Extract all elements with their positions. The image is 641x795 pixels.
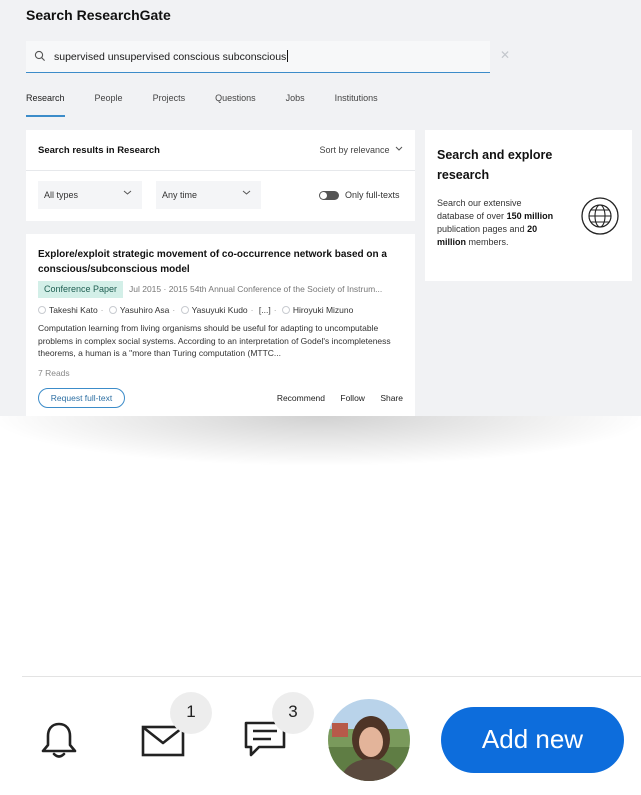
chevron-down-icon	[242, 190, 251, 195]
profile-photo	[328, 699, 410, 781]
tab-jobs[interactable]: Jobs	[286, 93, 305, 117]
more-authors[interactable]: [...]	[259, 305, 271, 315]
result-meta[interactable]: Jul 2015 · 2015 54th Annual Conference o…	[129, 284, 406, 294]
messages-count-badge: 1	[170, 692, 212, 734]
follow-button[interactable]: Follow	[340, 393, 365, 403]
recommend-button[interactable]: Recommend	[277, 393, 325, 403]
toggle-knob	[320, 192, 327, 199]
promo-card: Search and explore research Search our e…	[425, 130, 632, 281]
author-name[interactable]: Yasuyuki Kudo	[192, 305, 248, 315]
sort-dropdown[interactable]: Sort by relevance	[319, 145, 403, 155]
tab-institutions[interactable]: Institutions	[335, 93, 378, 117]
result-actions: Recommend Follow Share	[264, 393, 403, 403]
page-title: Search ResearchGate	[26, 7, 171, 23]
tab-questions[interactable]: Questions	[215, 93, 256, 117]
tab-research[interactable]: Research	[26, 93, 65, 117]
avatar-placeholder-icon	[281, 306, 290, 314]
chevron-down-icon	[395, 146, 403, 151]
avatar-placeholder-icon	[180, 306, 189, 314]
sort-label: Sort by relevance	[319, 145, 390, 155]
author-name[interactable]: Takeshi Kato	[49, 305, 98, 315]
request-fulltext-button[interactable]: Request full-text	[38, 388, 125, 408]
time-select[interactable]: Any time	[156, 181, 261, 209]
reads-count: 7 Reads	[38, 368, 70, 378]
avatar[interactable]	[328, 699, 410, 781]
chevron-down-icon	[123, 190, 132, 195]
avatar-placeholder-icon	[108, 306, 117, 314]
type-badge: Conference Paper	[38, 281, 124, 298]
tab-people[interactable]: People	[95, 93, 123, 117]
results-heading: Search results in Research	[38, 145, 160, 156]
search-panel: Search ResearchGate supervised unsupervi…	[0, 0, 641, 416]
fulltext-label: Only full-texts	[345, 190, 400, 200]
search-query[interactable]: supervised unsupervised conscious subcon…	[54, 50, 288, 63]
bottom-nav: 1 3 Add new	[0, 677, 641, 795]
search-input[interactable]: supervised unsupervised conscious subcon…	[26, 41, 510, 73]
search-tabs: Research People Projects Questions Jobs …	[26, 93, 408, 117]
avatar-placeholder-icon	[38, 306, 46, 314]
globe-icon	[581, 197, 619, 235]
result-abstract: Computation learning from living organis…	[38, 323, 391, 358]
type-select-value: All types	[44, 190, 79, 200]
promo-highlight: 150 million	[506, 211, 554, 221]
promo-text-part: members.	[468, 237, 509, 247]
share-button[interactable]: Share	[380, 393, 403, 403]
search-icon	[34, 50, 45, 61]
result-card: Explore/exploit strategic movement of co…	[26, 234, 415, 416]
close-icon[interactable]: ✕	[500, 48, 510, 62]
promo-title: Search and explore research	[437, 148, 553, 182]
promo-text-part: publication pages and	[437, 224, 525, 234]
author-name[interactable]: Yasuhiro Asa	[120, 305, 169, 315]
add-new-button[interactable]: Add new	[441, 707, 624, 773]
filters-card: Search results in Research Sort by relev…	[26, 130, 415, 221]
drop-shadow	[0, 416, 641, 496]
bell-icon[interactable]	[40, 720, 78, 760]
promo-text: Search our extensive database of over 15…	[437, 197, 557, 249]
author-list: Takeshi Kato · Yasuhiro Asa · Yasuyuki Kud…	[38, 305, 353, 315]
author-name[interactable]: Hiroyuki Mizuno	[293, 305, 353, 315]
chat-count-badge: 3	[272, 692, 314, 734]
result-title[interactable]: Explore/exploit strategic movement of co…	[38, 247, 408, 277]
time-select-value: Any time	[162, 190, 198, 200]
type-select[interactable]: All types	[38, 181, 142, 209]
tab-projects[interactable]: Projects	[153, 93, 186, 117]
divider	[26, 170, 415, 171]
fulltext-toggle[interactable]	[319, 191, 339, 200]
